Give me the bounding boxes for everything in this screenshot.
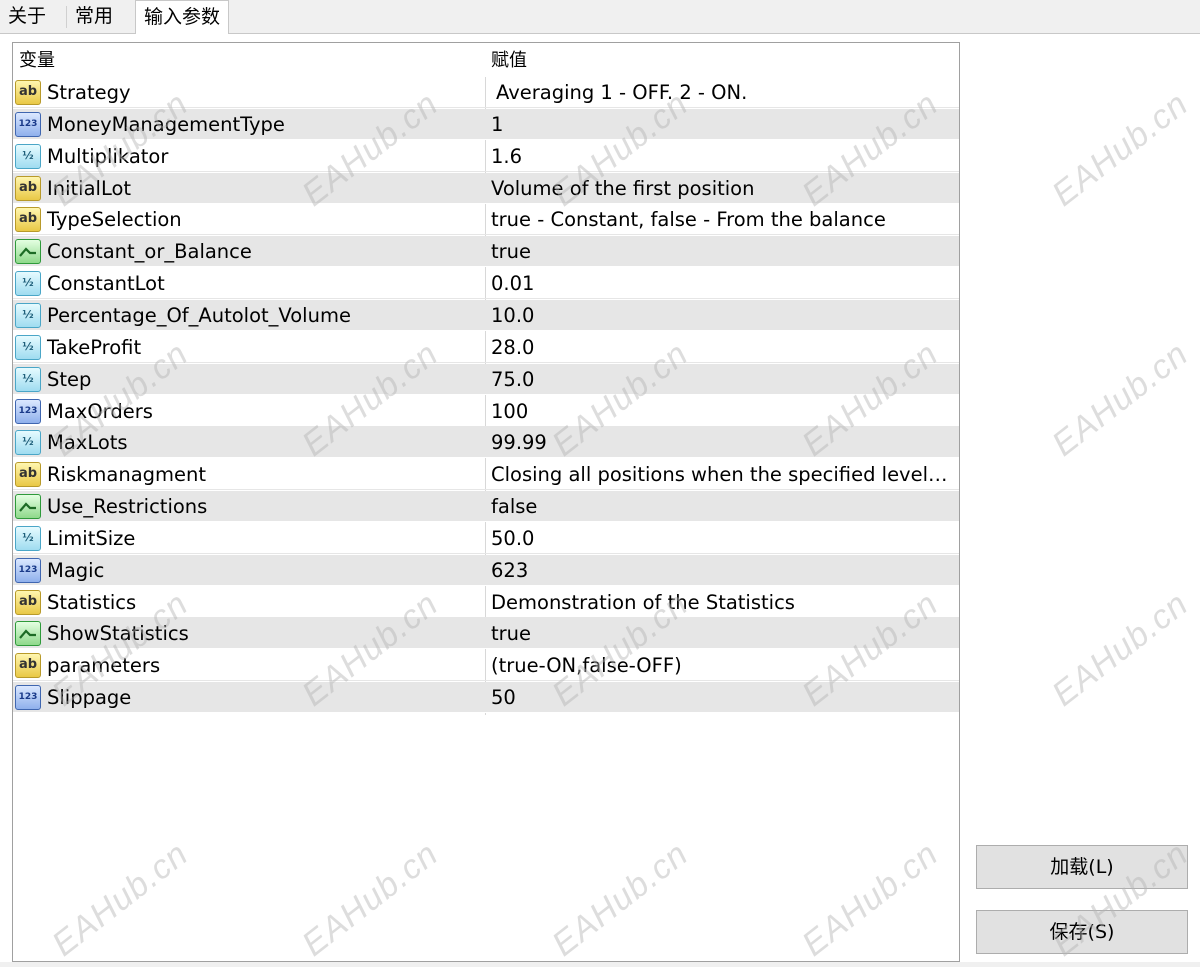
tab-bar: 关于 常用 输入参数 bbox=[0, 0, 1200, 34]
param-name: Slippage bbox=[47, 686, 132, 710]
integer-type-icon: 123 bbox=[15, 111, 41, 137]
param-name: Riskmanagment bbox=[47, 463, 207, 487]
param-value[interactable]: 99.99 bbox=[491, 427, 953, 458]
double-type-icon: ½ bbox=[15, 525, 41, 551]
tab-common[interactable]: 常用 bbox=[67, 0, 121, 32]
table-row[interactable]: ½ Multiplikator 1.6 bbox=[13, 141, 959, 172]
string-type-icon: ab bbox=[15, 462, 41, 488]
param-value[interactable]: Volume of the first position bbox=[491, 173, 953, 204]
header-value[interactable]: 赋值 bbox=[491, 43, 527, 79]
param-value[interactable]: 50 bbox=[491, 682, 953, 713]
double-type-icon: ½ bbox=[15, 271, 41, 297]
param-value[interactable]: 50.0 bbox=[491, 523, 953, 554]
param-value[interactable]: 10.0 bbox=[491, 300, 953, 331]
param-value[interactable]: true bbox=[491, 618, 953, 649]
double-type-icon: ½ bbox=[15, 334, 41, 360]
param-name: Constant_or_Balance bbox=[47, 240, 252, 264]
table-row[interactable]: ab InitialLot Volume of the first position bbox=[13, 172, 959, 204]
string-type-icon: ab bbox=[15, 207, 41, 233]
integer-type-icon: 123 bbox=[15, 557, 41, 583]
param-name: parameters bbox=[47, 654, 161, 678]
param-name: Percentage_Of_Autolot_Volume bbox=[47, 303, 351, 327]
table-row[interactable]: ½ Percentage_Of_Autolot_Volume 10.0 bbox=[13, 299, 959, 331]
param-value[interactable]: 28.0 bbox=[491, 332, 953, 363]
param-name: Multiplikator bbox=[47, 144, 169, 168]
param-name: Step bbox=[47, 367, 92, 391]
param-name: Statistics bbox=[47, 590, 137, 614]
table-row[interactable]: Constant_or_Balance true bbox=[13, 236, 959, 268]
param-name: Strategy bbox=[47, 81, 131, 104]
bottom-edge bbox=[0, 962, 1200, 967]
table-row[interactable]: 123 Slippage 50 bbox=[13, 682, 959, 714]
param-value[interactable]: 1 bbox=[491, 109, 953, 140]
param-name: ShowStatistics bbox=[47, 622, 189, 646]
bool-type-icon bbox=[15, 494, 41, 520]
table-row[interactable]: 123 MoneyManagementType 1 bbox=[13, 108, 959, 140]
double-type-icon: ½ bbox=[15, 143, 41, 169]
param-value[interactable]: false bbox=[491, 491, 953, 522]
param-value[interactable]: (true-ON,false-OFF) bbox=[491, 650, 953, 681]
bool-type-icon bbox=[15, 239, 41, 265]
param-name: ConstantLot bbox=[47, 272, 165, 296]
header-variable[interactable]: 变量 bbox=[19, 43, 55, 79]
table-row[interactable]: ½ TakeProfit 28.0 bbox=[13, 332, 959, 363]
table-row[interactable]: ab TypeSelection true - Constant, false - … bbox=[13, 204, 959, 236]
param-name: MaxOrders bbox=[47, 399, 153, 423]
param-name: TakeProfit bbox=[47, 335, 142, 359]
param-value[interactable]: 75.0 bbox=[491, 364, 953, 395]
param-name: MaxLots bbox=[47, 431, 128, 455]
table-header: 变量 赋值 bbox=[13, 43, 959, 77]
table-row[interactable]: ½ MaxLots 99.99 bbox=[13, 427, 959, 459]
string-type-icon: ab bbox=[15, 589, 41, 615]
string-type-icon: ab bbox=[15, 175, 41, 201]
table-row[interactable]: Use_Restrictions false bbox=[13, 491, 959, 523]
load-button[interactable]: 加载(L) bbox=[976, 845, 1188, 889]
param-name: Use_Restrictions bbox=[47, 495, 208, 519]
param-name: LimitSize bbox=[47, 526, 136, 550]
tab-about[interactable]: 关于 bbox=[0, 0, 54, 32]
param-value[interactable]: true bbox=[491, 236, 953, 267]
param-value[interactable]: 0.01 bbox=[491, 268, 953, 299]
double-type-icon: ½ bbox=[15, 302, 41, 328]
param-value[interactable]: Averaging 1 - OFF. 2 - ON. bbox=[496, 77, 958, 108]
param-value[interactable]: Demonstration of the Statistics bbox=[491, 587, 953, 618]
param-value[interactable]: true - Constant, false - From the balanc… bbox=[491, 204, 953, 235]
table-row[interactable]: ½ ConstantLot 0.01 bbox=[13, 268, 959, 300]
param-value[interactable]: 623 bbox=[491, 555, 953, 586]
double-type-icon: ½ bbox=[15, 430, 41, 456]
parameters-table[interactable]: 变量 赋值 ab Strategy Averaging 1 - OFF. 2 - O… bbox=[12, 42, 960, 962]
param-name: TypeSelection bbox=[47, 208, 182, 232]
integer-type-icon: 123 bbox=[15, 398, 41, 424]
bool-type-icon bbox=[15, 621, 41, 647]
param-value[interactable]: Closing all positions when the specified… bbox=[491, 459, 953, 490]
save-button[interactable]: 保存(S) bbox=[976, 910, 1188, 954]
param-value[interactable]: 100 bbox=[491, 396, 953, 427]
table-row[interactable]: 123 Magic 623 bbox=[13, 554, 959, 586]
table-row[interactable]: ShowStatistics true bbox=[13, 618, 959, 650]
table-row[interactable]: ½ Step 75.0 bbox=[13, 363, 959, 395]
param-name: Magic bbox=[47, 558, 105, 582]
table-row[interactable]: ab Riskmanagment Closing all positions whe… bbox=[13, 459, 959, 491]
table-row[interactable]: ab parameters (true-ON,false-OFF) bbox=[13, 650, 959, 682]
param-value[interactable]: 1.6 bbox=[491, 141, 953, 172]
table-row[interactable]: ½ LimitSize 50.0 bbox=[13, 523, 959, 554]
param-name: MoneyManagementType bbox=[47, 112, 285, 136]
table-row[interactable]: ab Strategy Averaging 1 - OFF. 2 - ON. bbox=[13, 77, 959, 108]
tab-inputs[interactable]: 输入参数 bbox=[135, 0, 230, 34]
double-type-icon: ½ bbox=[15, 366, 41, 392]
param-name: InitialLot bbox=[47, 176, 132, 200]
table-row[interactable]: 123 MaxOrders 100 bbox=[13, 396, 959, 427]
string-type-icon: ab bbox=[15, 653, 41, 679]
table-row[interactable]: ab Statistics Demonstration of the Statist… bbox=[13, 587, 959, 618]
integer-type-icon: 123 bbox=[15, 685, 41, 711]
string-type-icon: ab bbox=[15, 80, 41, 105]
